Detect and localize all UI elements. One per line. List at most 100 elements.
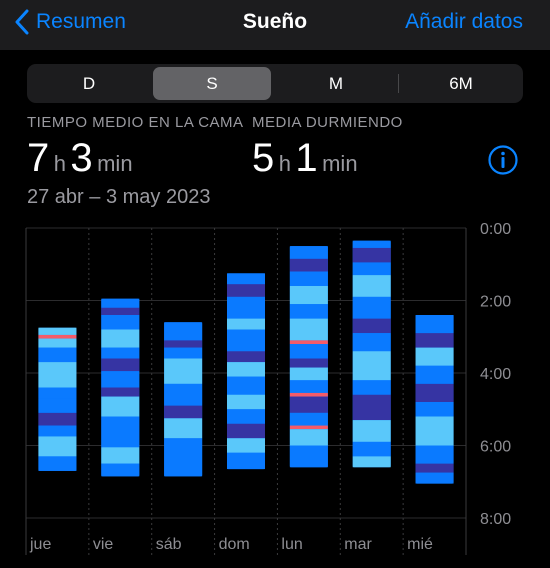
in-bed-hours-unit: h xyxy=(53,151,66,176)
sleep-segment-rem xyxy=(101,329,140,348)
sleep-segment-core xyxy=(289,271,328,286)
date-range: 27 abr – 3 may 2023 xyxy=(27,186,211,208)
sleep-segment-core xyxy=(415,402,454,417)
sleep-segment-rem xyxy=(289,318,328,341)
asleep-hours-unit: h xyxy=(278,151,291,176)
sleep-segment-rem xyxy=(352,351,391,381)
in-bed-minutes-unit: min xyxy=(97,151,133,176)
segment-day[interactable]: D xyxy=(30,67,148,100)
asleep-label: MEDIA DURMIENDO xyxy=(252,114,403,131)
sleep-segment-deep xyxy=(352,394,391,421)
sleep-segment-core xyxy=(289,246,328,259)
sleep-segment-deep xyxy=(352,318,391,334)
sleep-segment-core xyxy=(352,441,391,457)
sleep-segment-rem xyxy=(289,429,328,446)
sleep-segment-deep xyxy=(164,405,203,419)
sleep-segment-core xyxy=(164,322,203,341)
sleep-segment-core xyxy=(227,409,265,424)
sleep-segment-deep xyxy=(289,396,328,413)
sleep-segment-core xyxy=(38,387,77,399)
in-bed-value: 7 h 3 min xyxy=(27,136,133,181)
sleep-segment-core xyxy=(38,456,77,471)
sleep-segment-core xyxy=(289,380,328,393)
y-tick-label: 6:00 xyxy=(480,439,511,456)
sleep-segment-core xyxy=(352,333,391,352)
sleep-segment-core xyxy=(101,347,140,359)
sleep-segment-core xyxy=(415,472,454,484)
segment-week[interactable]: S xyxy=(153,67,271,100)
sleep-segment-rem xyxy=(164,358,203,384)
sleep-segment-core xyxy=(227,376,265,395)
in-bed-minutes: 3 xyxy=(70,136,93,180)
sleep-segment-deep xyxy=(289,258,328,272)
sleep-segment-core xyxy=(38,347,77,363)
sleep-segment-rem xyxy=(38,362,77,388)
sleep-segment-core xyxy=(289,304,328,319)
x-tick-label: jue xyxy=(29,536,51,553)
info-icon[interactable] xyxy=(487,144,519,176)
sleep-segment-deep xyxy=(164,340,203,348)
sleep-segment-awake xyxy=(38,334,77,339)
x-tick-label: mar xyxy=(344,536,372,553)
sleep-segment-core xyxy=(38,398,77,413)
asleep-minutes-unit: min xyxy=(322,151,358,176)
segment-six-months[interactable]: 6M xyxy=(402,67,520,100)
navigation-bar: Resumen Sueño Añadir datos xyxy=(0,0,550,50)
sleep-segment-core xyxy=(227,273,265,285)
sleep-segment-rem xyxy=(38,338,77,348)
sleep-segment-core xyxy=(415,445,454,464)
sleep-segment-rem xyxy=(164,418,203,439)
add-data-button[interactable]: Añadir datos xyxy=(405,10,523,34)
sleep-segment-rem xyxy=(227,394,265,410)
sleep-segment-core xyxy=(227,296,265,319)
x-tick-label: lun xyxy=(281,536,302,553)
sleep-segment-deep xyxy=(227,351,265,363)
sleep-segment-rem xyxy=(227,438,265,453)
sleep-segment-rem xyxy=(352,456,391,468)
segment-divider xyxy=(398,74,399,93)
asleep-hours: 5 xyxy=(252,136,275,180)
sleep-segment-core xyxy=(227,329,265,352)
sleep-segment-deep xyxy=(415,463,454,473)
sleep-segment-rem xyxy=(38,327,77,335)
sleep-segment-core xyxy=(289,445,328,468)
sleep-segment-core xyxy=(415,365,454,384)
in-bed-hours: 7 xyxy=(27,136,50,180)
sleep-segment-rem xyxy=(289,286,328,305)
sleep-segment-core xyxy=(415,315,454,334)
sleep-segment-rem xyxy=(101,447,140,464)
sleep-segment-core xyxy=(352,240,391,248)
sleep-segment-core xyxy=(289,412,328,426)
y-tick-label: 2:00 xyxy=(480,294,511,311)
asleep-value: 5 h 1 min xyxy=(252,136,358,181)
y-tick-label: 8:00 xyxy=(480,511,511,528)
x-tick-label: vie xyxy=(93,536,114,553)
sleep-segment-core xyxy=(289,344,328,359)
sleep-segment-core xyxy=(227,452,265,470)
x-tick-label: sáb xyxy=(156,536,182,553)
segment-month[interactable]: M xyxy=(277,67,395,100)
sleep-segment-core xyxy=(352,380,391,395)
sleep-segment-rem xyxy=(352,275,391,297)
x-tick-label: mié xyxy=(407,536,433,553)
sleep-segment-core xyxy=(164,438,203,455)
sleep-segment-rem xyxy=(101,396,140,417)
sleep-segment-core xyxy=(101,416,140,448)
sleep-segment-deep xyxy=(101,358,140,372)
x-tick-label: dom xyxy=(219,536,250,553)
sleep-segment-core xyxy=(101,463,140,477)
asleep-minutes: 1 xyxy=(295,136,318,180)
sleep-segment-core xyxy=(352,262,391,276)
sleep-segment-core xyxy=(101,315,140,330)
sleep-segment-deep xyxy=(415,383,454,402)
sleep-segment-deep xyxy=(415,333,454,348)
sleep-segment-core xyxy=(101,298,140,308)
sleep-segment-core xyxy=(164,383,203,406)
sleep-segment-deep xyxy=(38,412,77,426)
sleep-segment-rem xyxy=(38,436,77,457)
sleep-segment-deep xyxy=(227,284,265,297)
sleep-segment-core xyxy=(101,371,140,388)
sleep-segment-deep xyxy=(227,423,265,439)
sleep-segment-rem xyxy=(289,367,328,381)
period-segmented-control: D S M 6M xyxy=(27,64,523,103)
